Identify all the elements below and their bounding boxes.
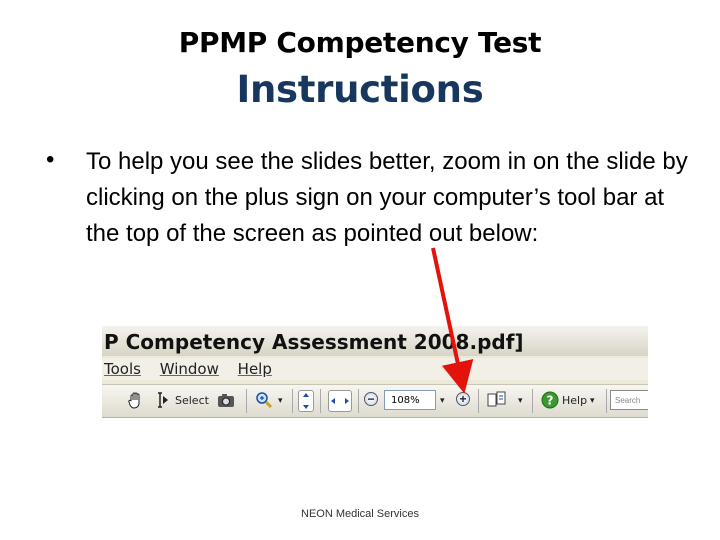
svg-text:?: ? [547,394,554,408]
zoom-level-field[interactable]: 108% [384,390,436,410]
slide-title: Instructions [236,68,484,111]
help-menu-label[interactable]: Help [562,391,587,411]
slide-subtitle: PPMP Competency Test [178,26,542,59]
search-input[interactable]: Search [610,390,648,410]
toolbar-divider [606,389,607,413]
menu-bar: Tools Window Help [102,358,648,380]
chevron-down-icon[interactable]: ▾ [518,391,523,411]
chevron-down-icon[interactable]: ▾ [590,391,595,411]
menu-item-help[interactable]: Help [238,360,272,378]
magnifier-icon[interactable] [254,390,274,410]
fit-width-icon[interactable] [328,390,352,412]
instruction-text: To help you see the slides better, zoom … [86,148,688,247]
pages-icon[interactable] [486,390,506,410]
fit-page-icon[interactable] [298,390,314,412]
toolbar-divider [320,389,321,413]
chevron-down-icon[interactable]: ▾ [440,391,445,411]
toolbar: Select ▾ − 108% ▾ + ▾ ? Help ▾ Search [102,384,648,418]
zoom-out-button[interactable]: − [364,392,378,406]
toolbar-divider [358,389,359,413]
menu-item-window[interactable]: Window [160,360,219,378]
help-icon[interactable]: ? [540,390,560,410]
zoom-in-button[interactable]: + [456,392,470,406]
toolbar-divider [532,389,533,413]
window-title: P Competency Assessment 2008.pdf] [102,326,648,356]
slide: PPMP Competency Test Instructions • To h… [0,0,720,540]
toolbar-divider [478,389,479,413]
menu-item-tools[interactable]: Tools [104,360,141,378]
footer-text: NEON Medical Services [301,508,419,520]
toolbar-divider [292,389,293,413]
chevron-down-icon[interactable]: ▾ [278,391,283,411]
camera-icon[interactable] [216,390,236,410]
hand-icon[interactable] [126,390,146,410]
bullet-marker: • [46,146,55,173]
toolbar-screenshot: P Competency Assessment 2008.pdf] Tools … [102,326,648,418]
text-select-icon[interactable] [152,390,172,410]
select-tool-label[interactable]: Select [175,391,209,411]
toolbar-divider [246,389,247,413]
